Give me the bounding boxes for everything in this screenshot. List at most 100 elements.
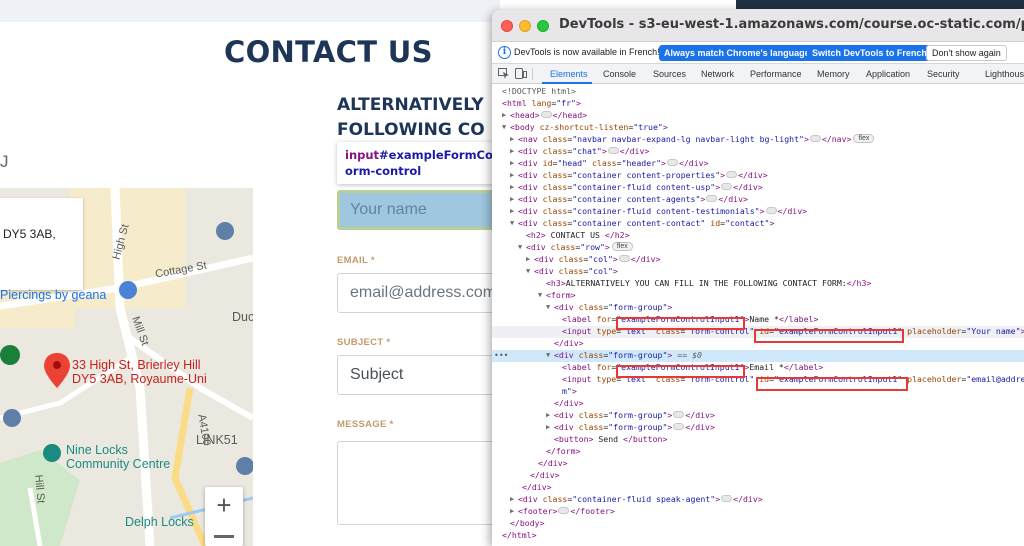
dom-node-close-html[interactable]: </html> xyxy=(492,530,1024,542)
dom-node-div-testimonials[interactable]: ▶ <div class="container-fluid content-te… xyxy=(492,206,1024,218)
dom-node-html[interactable]: <html lang="fr"> xyxy=(492,98,1024,110)
more-options-icon[interactable]: ••• xyxy=(494,350,508,362)
tab-elements[interactable]: Elements xyxy=(550,69,588,79)
dom-node-body[interactable]: ▼ <body cz-shortcut-listen="true"> xyxy=(492,122,1024,134)
tab-network[interactable]: Network xyxy=(701,69,734,79)
expand-triangle-icon[interactable]: ▶ xyxy=(546,410,554,422)
tab-console[interactable]: Console xyxy=(603,69,636,79)
minimize-window-button[interactable] xyxy=(519,20,531,32)
devtools-titlebar[interactable]: DevTools - s3-eu-west-1.amazonaws.com/co… xyxy=(492,10,1024,42)
tab-security[interactable]: Security xyxy=(927,69,960,79)
collapse-triangle-icon[interactable]: ▼ xyxy=(538,290,546,302)
dom-node-div-agents[interactable]: ▶ <div class="container content-agents">… xyxy=(492,194,1024,206)
dom-node-div-col[interactable]: ▼ <div class="col"> xyxy=(492,266,1024,278)
map-zoom-control[interactable]: + xyxy=(205,487,243,546)
tooltip-selector: #exampleFormCon xyxy=(379,148,500,162)
flex-badge[interactable]: flex xyxy=(611,242,633,251)
dom-node-close-form[interactable]: </form> xyxy=(492,446,1024,458)
expand-triangle-icon[interactable]: ▶ xyxy=(526,254,534,266)
expand-triangle-icon[interactable]: ▶ xyxy=(510,158,518,170)
expand-triangle-icon[interactable]: ▶ xyxy=(510,194,518,206)
dom-node-div-contact[interactable]: ▼ <div class="container content-contact"… xyxy=(492,218,1024,230)
expand-triangle-icon[interactable]: ▶ xyxy=(510,134,518,146)
name-input[interactable]: Your name xyxy=(337,190,500,230)
browser-toolbar-strip xyxy=(736,0,1024,9)
expand-triangle-icon[interactable]: ▶ xyxy=(502,110,510,122)
dom-node-div-col[interactable]: ▶ <div class="col"> </div> xyxy=(492,254,1024,266)
device-toolbar-icon[interactable] xyxy=(515,68,527,79)
tab-lighthouse[interactable]: Lighthous xyxy=(985,69,1024,79)
dom-node-label-name[interactable]: <label for="exampleFormControlInput1">Na… xyxy=(492,314,1024,326)
dom-node-footer[interactable]: ▶ <footer> </footer> xyxy=(492,506,1024,518)
dont-show-again-button[interactable]: Don't show again xyxy=(926,45,1007,61)
switch-to-french-button[interactable]: Switch DevTools to French xyxy=(807,45,932,61)
tab-performance[interactable]: Performance xyxy=(750,69,802,79)
dom-node-form-group[interactable]: ▼ <div class="form-group"> xyxy=(492,302,1024,314)
map-poi-label[interactable]: Community Centre xyxy=(66,457,170,471)
map-marker-address[interactable]: 33 High St, Brierley Hill xyxy=(72,358,201,372)
message-textarea[interactable] xyxy=(337,441,500,525)
always-match-language-button[interactable]: Always match Chrome's language xyxy=(659,45,815,61)
collapse-triangle-icon[interactable]: ▼ xyxy=(502,122,510,134)
tab-memory[interactable]: Memory xyxy=(817,69,850,79)
devtools-tabbar: Elements Console Sources Network Perform… xyxy=(492,64,1024,84)
annotation-box-input-id xyxy=(754,329,904,343)
dom-node-label-email[interactable]: <label for="exampleFormControlInput1">Em… xyxy=(492,362,1024,374)
left-column-text: J xyxy=(0,152,9,171)
devtools-window[interactable]: DevTools - s3-eu-west-1.amazonaws.com/co… xyxy=(492,10,1024,546)
dom-node-head[interactable]: ▶ <head> </head> xyxy=(492,110,1024,122)
dom-node-h3[interactable]: <h3>ALTERNATIVELY YOU CAN FILL IN THE FO… xyxy=(492,278,1024,290)
dom-node-doctype[interactable]: <!DOCTYPE html> xyxy=(492,86,1024,98)
dom-node-button[interactable]: <button> Send </button> xyxy=(492,434,1024,446)
collapse-triangle-icon[interactable]: ▼ xyxy=(546,350,554,362)
map-marker-address-line2[interactable]: DY5 3AB, Royaume-Uni xyxy=(72,372,207,386)
dom-node-div-chat[interactable]: ▶ <div class="chat"> </div> xyxy=(492,146,1024,158)
tab-application[interactable]: Application xyxy=(866,69,910,79)
dom-node-form[interactable]: ▼ <form> xyxy=(492,290,1024,302)
tab-separator xyxy=(532,68,533,80)
expand-triangle-icon[interactable]: ▶ xyxy=(510,206,518,218)
dom-node-div-row[interactable]: ▼ <div class="row"> flex xyxy=(492,242,1024,254)
dom-node-div-head[interactable]: ▶ <div id="head" class="header"> </div> xyxy=(492,158,1024,170)
map-poi-label[interactable]: Nine Locks xyxy=(66,443,128,457)
map-poi-label[interactable]: Duc xyxy=(232,310,253,324)
flex-badge[interactable]: flex xyxy=(853,134,875,143)
inspect-element-icon[interactable] xyxy=(498,68,510,79)
expand-triangle-icon[interactable]: ▶ xyxy=(510,494,518,506)
collapse-triangle-icon[interactable]: ▼ xyxy=(518,242,526,254)
dom-node-nav[interactable]: ▶ <nav class="navbar navbar-expand-lg na… xyxy=(492,134,1024,146)
dom-node-div-speak-agent[interactable]: ▶ <div class="container-fluid speak-agen… xyxy=(492,494,1024,506)
dom-node-div-properties[interactable]: ▶ <div class="container content-properti… xyxy=(492,170,1024,182)
expand-triangle-icon[interactable]: ▶ xyxy=(546,422,554,434)
dom-node-div-usp[interactable]: ▶ <div class="container-fluid content-us… xyxy=(492,182,1024,194)
email-input[interactable]: email@address.com xyxy=(337,273,500,313)
collapse-triangle-icon[interactable]: ▼ xyxy=(510,218,518,230)
collapse-triangle-icon[interactable]: ▼ xyxy=(526,266,534,278)
dom-node-close-div[interactable]: </div> xyxy=(492,470,1024,482)
elements-dom-tree[interactable]: <!DOCTYPE html> <html lang="fr"> ▶ <head… xyxy=(492,84,1024,546)
dom-node-form-group[interactable]: ▶ <div class="form-group"> </div> xyxy=(492,410,1024,422)
collapse-triangle-icon[interactable]: ▼ xyxy=(546,302,554,314)
dom-node-close-body[interactable]: </body> xyxy=(492,518,1024,530)
dom-node-close-div[interactable]: </div> xyxy=(492,398,1024,410)
dom-node-h2[interactable]: <h2> CONTACT US </h2> xyxy=(492,230,1024,242)
tab-sources[interactable]: Sources xyxy=(653,69,686,79)
subject-select[interactable]: Subject xyxy=(337,355,500,395)
maximize-window-button[interactable] xyxy=(537,20,549,32)
message-label: MESSAGE * xyxy=(337,419,394,430)
map-poi-label[interactable]: Piercings by geana xyxy=(0,288,106,302)
zoom-out-button[interactable] xyxy=(214,535,234,538)
map-poi-label[interactable]: LINK51 xyxy=(196,433,238,447)
annotation-box-label-for xyxy=(616,317,745,330)
expand-triangle-icon[interactable]: ▶ xyxy=(510,146,518,158)
expand-triangle-icon[interactable]: ▶ xyxy=(510,170,518,182)
close-window-button[interactable] xyxy=(501,20,513,32)
expand-triangle-icon[interactable]: ▶ xyxy=(510,182,518,194)
dom-node-close-div[interactable]: </div> xyxy=(492,482,1024,494)
dom-node-close-div[interactable]: </div> xyxy=(492,458,1024,470)
map-poi-label[interactable]: Delph Locks xyxy=(125,515,194,529)
dom-node-form-group-selected[interactable]: ••• ▼ <div class="form-group"> == $0 xyxy=(492,350,1024,362)
zoom-in-button[interactable]: + xyxy=(205,490,243,521)
dom-node-form-group[interactable]: ▶ <div class="form-group"> </div> xyxy=(492,422,1024,434)
expand-triangle-icon[interactable]: ▶ xyxy=(510,506,518,518)
